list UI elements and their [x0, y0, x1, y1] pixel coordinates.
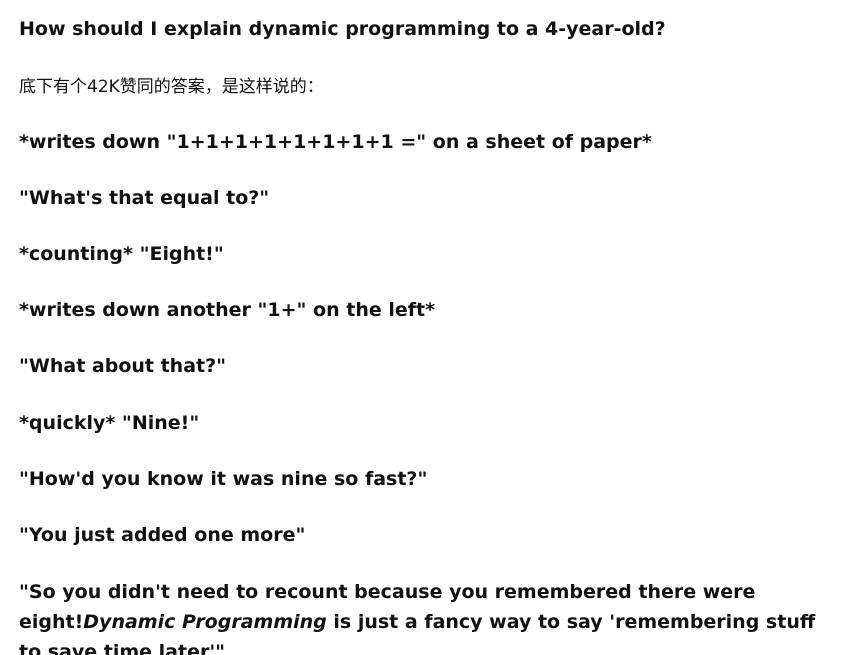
dialogue-line: *quickly* "Nine!" — [19, 412, 200, 434]
intro-text: 底下有个42K赞同的答案，是这样说的： — [19, 77, 324, 97]
dialogue-line: "How'd you know it was nine so fast?" — [19, 468, 428, 490]
question-title: How should I explain dynamic programming… — [19, 18, 666, 40]
final-paragraph: "So you didn't need to recount because y… — [19, 577, 829, 655]
dialogue-line: *counting* "Eight!" — [19, 243, 224, 265]
dialogue-line: "You just added one more" — [19, 524, 306, 546]
dialogue-line: *writes down "1+1+1+1+1+1+1+1 =" on a sh… — [19, 131, 652, 153]
dynamic-programming-emphasis: Dynamic Programming — [83, 611, 327, 633]
dialogue-line: "What about that?" — [19, 355, 227, 377]
answer-content: How should I explain dynamic programming… — [0, 0, 848, 655]
dialogue-line: *writes down another "1+" on the left* — [19, 299, 436, 321]
dialogue-line: "What's that equal to?" — [19, 187, 270, 209]
